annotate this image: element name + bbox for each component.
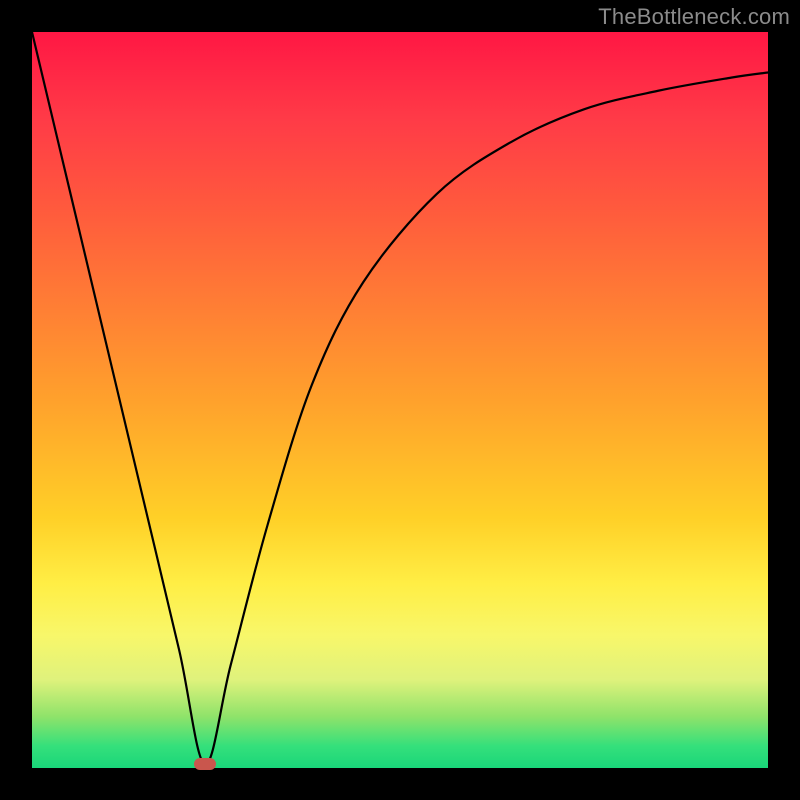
plot-area [32, 32, 768, 768]
chart-frame: TheBottleneck.com [0, 0, 800, 800]
min-point-marker [194, 758, 216, 770]
bottleneck-curve [32, 32, 768, 768]
watermark-text: TheBottleneck.com [598, 4, 790, 30]
